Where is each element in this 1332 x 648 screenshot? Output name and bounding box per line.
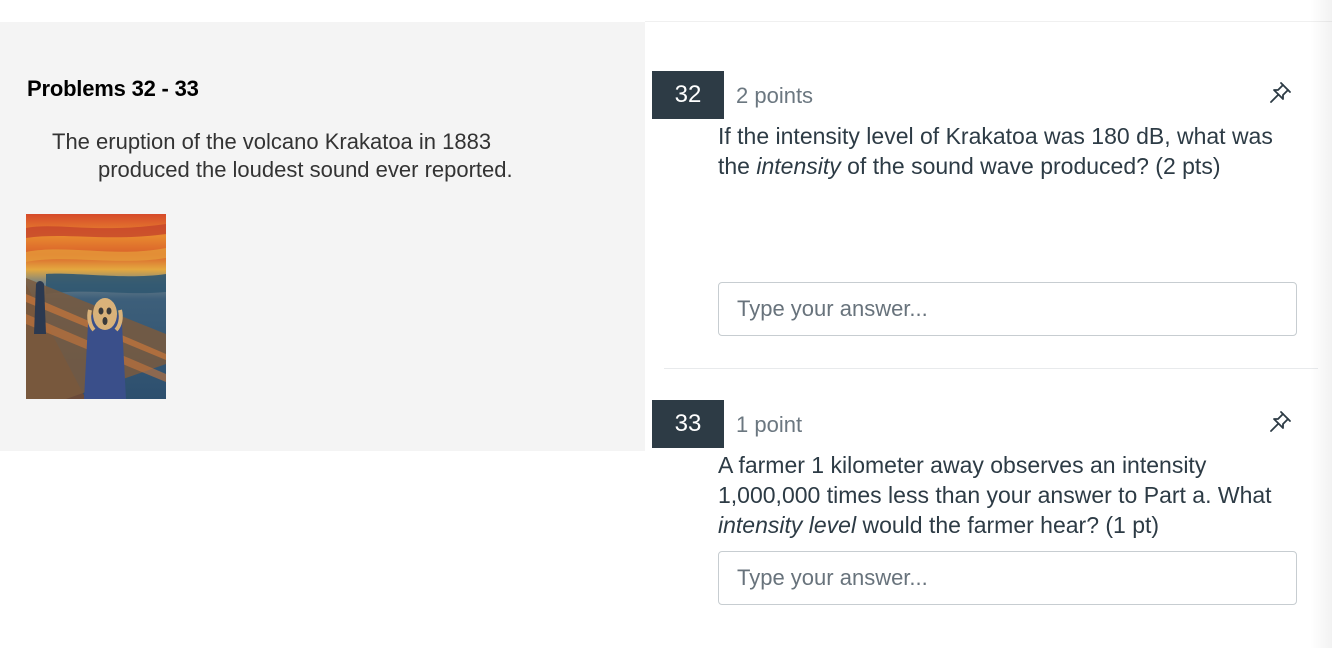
question-divider: [664, 368, 1318, 369]
pin-icon[interactable]: [1266, 79, 1294, 107]
the-scream-painting: [26, 214, 166, 399]
question-text-emphasis: intensity level: [718, 512, 857, 538]
pin-icon[interactable]: [1266, 408, 1294, 436]
question-number: 32: [652, 71, 724, 119]
question-33: 33 1 point A farmer 1 kilometer away obs…: [652, 400, 1318, 610]
answer-input[interactable]: [718, 551, 1297, 605]
quiz-page: Problems 32 - 33 The eruption of the vol…: [0, 0, 1332, 648]
passage-line-1: The eruption of the volcano Krakatoa in …: [52, 129, 492, 154]
question-32: 32 2 points If the intensity level of Kr…: [652, 71, 1318, 351]
answer-input[interactable]: [718, 282, 1297, 336]
question-points: 2 points: [736, 83, 814, 108]
top-divider: [645, 21, 1332, 22]
question-points: 1 point: [736, 412, 803, 437]
question-text-emphasis: intensity: [756, 153, 841, 179]
stimulus-passage: The eruption of the volcano Krakatoa in …: [52, 128, 572, 184]
question-text: If the intensity level of Krakatoa was 1…: [718, 121, 1308, 181]
scroll-edge-shadow: [1310, 0, 1332, 648]
question-text: A farmer 1 kilometer away observes an in…: [718, 450, 1308, 540]
question-text-part: A farmer 1 kilometer away observes an in…: [718, 452, 1272, 508]
question-text-part: of the sound wave produced? (2 pts): [840, 153, 1221, 179]
passage-line-2: produced the loudest sound ever reported…: [98, 157, 513, 182]
question-text-part: would the farmer hear? (1 pt): [856, 512, 1160, 538]
question-number: 33: [652, 400, 724, 448]
stimulus-title: Problems 32 - 33: [27, 76, 199, 101]
